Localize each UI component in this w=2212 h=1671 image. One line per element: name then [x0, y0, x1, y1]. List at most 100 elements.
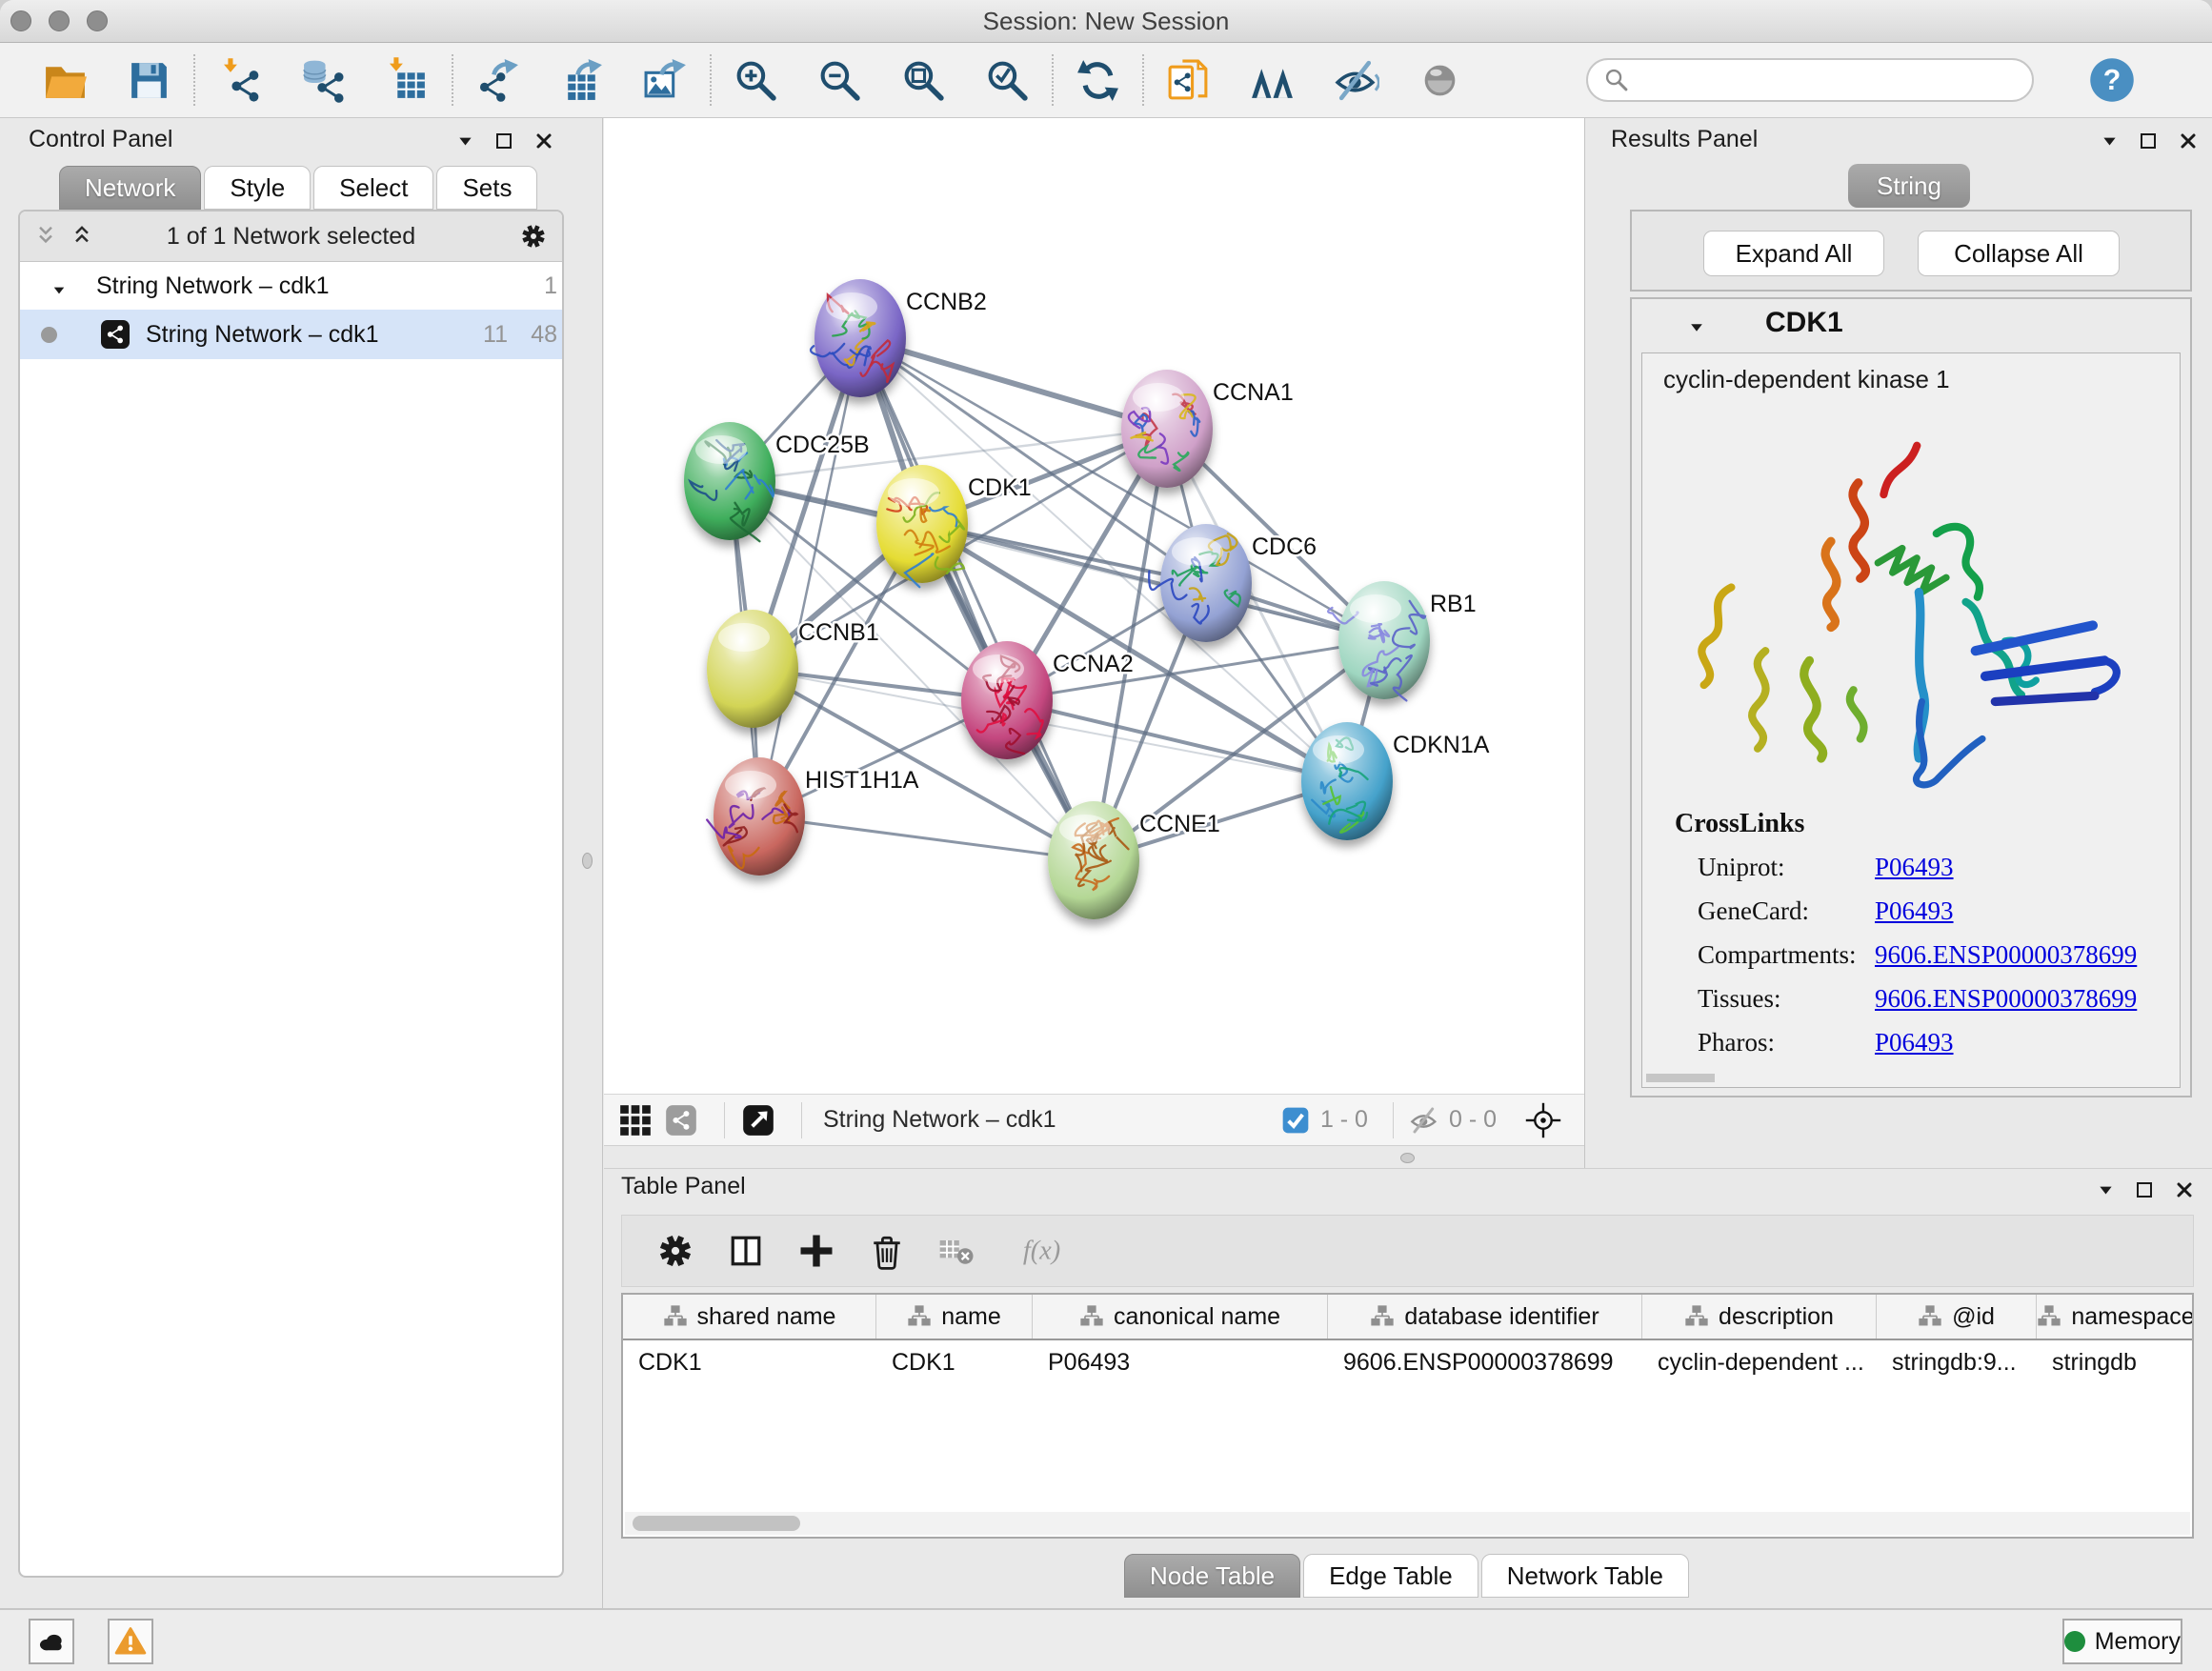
clone-network-button[interactable] — [1165, 57, 1212, 104]
crosslink-link[interactable]: P06493 — [1875, 845, 1954, 889]
network-badge-icon[interactable] — [663, 1102, 699, 1138]
export-network-button[interactable] — [474, 57, 521, 104]
collapse-all-networks-icon[interactable] — [33, 224, 58, 249]
import-table-button[interactable] — [384, 57, 431, 104]
first-neighbors-button[interactable] — [1249, 57, 1296, 104]
network-node-ccna2[interactable] — [961, 641, 1053, 759]
crosslink-link[interactable]: P06493 — [1875, 889, 1954, 933]
toolbar-divider — [801, 1102, 802, 1138]
zoom-out-button[interactable] — [816, 57, 863, 104]
node-label: HIST1H1A — [805, 767, 919, 794]
maximize-panel-icon[interactable] — [493, 130, 515, 152]
apply-layout-button[interactable] — [1075, 57, 1121, 104]
node-label: CDKN1A — [1393, 732, 1490, 758]
crosslink-link[interactable]: 9606.ENSP00000378699 — [1875, 933, 2137, 976]
network-node-hist1h1a[interactable] — [707, 757, 805, 876]
tab-network[interactable]: Network — [59, 166, 201, 210]
tab-string[interactable]: String — [1848, 164, 1970, 208]
crosslink-link[interactable]: P06493 — [1875, 1020, 1954, 1064]
import-network-file-button[interactable] — [216, 57, 263, 104]
float-panel-icon[interactable] — [2096, 1180, 2116, 1200]
table-panel-title: Table Panel — [621, 1173, 746, 1200]
network-node-cdc25b[interactable] — [684, 422, 775, 541]
crosslink-link[interactable]: 9606.ENSP00000378699 — [1875, 976, 2137, 1020]
maximize-panel-icon[interactable] — [2133, 1178, 2156, 1201]
save-session-button[interactable] — [126, 57, 172, 104]
float-panel-icon[interactable] — [455, 131, 475, 151]
toolbar-separator — [193, 54, 195, 106]
birdseye-view-icon[interactable] — [1525, 1102, 1561, 1138]
open-session-button[interactable] — [42, 57, 89, 104]
export-image-button[interactable] — [642, 57, 689, 104]
tab-node-table[interactable]: Node Table — [1124, 1554, 1300, 1598]
column-header-canonical-name[interactable]: canonical name — [1033, 1295, 1328, 1339]
tab-style[interactable]: Style — [204, 166, 311, 210]
delete-column-icon[interactable] — [866, 1230, 908, 1272]
cloud-button[interactable] — [29, 1619, 74, 1664]
memory-button[interactable]: Memory — [2062, 1619, 2182, 1664]
tab-edge-table[interactable]: Edge Table — [1303, 1554, 1478, 1598]
section-expander-icon[interactable] — [1687, 318, 1706, 337]
close-panel-icon[interactable] — [533, 130, 555, 152]
crosslink-label: Pharos: — [1698, 1020, 1775, 1064]
detach-view-icon[interactable] — [740, 1102, 776, 1138]
column-header-name[interactable]: name — [876, 1295, 1033, 1339]
warnings-button[interactable] — [108, 1619, 153, 1664]
column-header-description[interactable]: description — [1642, 1295, 1877, 1339]
help-button[interactable]: ? — [2087, 55, 2137, 105]
network-list-options-icon[interactable] — [518, 221, 549, 252]
close-window-button[interactable] — [10, 10, 31, 31]
horizontal-splitter[interactable] — [604, 1147, 1584, 1168]
tab-network-table[interactable]: Network Table — [1481, 1554, 1689, 1598]
expand-all-button[interactable]: Expand All — [1703, 231, 1884, 276]
float-panel-icon[interactable] — [2100, 131, 2120, 151]
network-canvas[interactable]: CCNB2CCNA1CDC25BCDK1CDC6RB1CCNB1CCNA2CDK… — [604, 118, 1584, 1094]
show-all-button[interactable] — [1417, 57, 1463, 104]
export-table-button[interactable] — [558, 57, 605, 104]
left-splitter-handle[interactable] — [582, 853, 593, 869]
network-node-ccnb1[interactable] — [707, 610, 798, 728]
svg-text:f(x): f(x) — [1023, 1236, 1060, 1265]
scrollbar-thumb[interactable] — [633, 1516, 800, 1531]
import-network-database-button[interactable] — [300, 57, 347, 104]
collection-expander-icon[interactable] — [50, 278, 68, 295]
add-column-icon[interactable] — [795, 1230, 837, 1272]
table-hscrollbar[interactable] — [625, 1512, 2190, 1535]
zoom-fit-button[interactable] — [900, 57, 947, 104]
maximize-panel-icon[interactable] — [2137, 130, 2160, 152]
table-row[interactable]: CDK1CDK1P064939606.ENSP00000378699cyclin… — [623, 1340, 2192, 1384]
column-header--id[interactable]: @id — [1877, 1295, 2037, 1339]
close-panel-icon[interactable] — [2173, 1178, 2196, 1201]
column-header-shared-name[interactable]: shared name — [623, 1295, 876, 1339]
network-collection-row[interactable]: String Network – cdk1 1 — [20, 262, 562, 310]
expand-all-networks-icon[interactable] — [70, 224, 94, 249]
network-node-cdc6[interactable] — [1149, 524, 1252, 642]
network-node-cdkn1a[interactable] — [1301, 722, 1393, 840]
zoom-selected-button[interactable] — [984, 57, 1031, 104]
tab-select[interactable]: Select — [313, 166, 433, 210]
main-toolbar: ? — [0, 43, 2212, 118]
zoom-window-button[interactable] — [87, 10, 108, 31]
hide-selected-button[interactable] — [1333, 57, 1379, 104]
network-node-ccnb2[interactable] — [811, 279, 906, 397]
network-node-ccne1[interactable] — [1048, 801, 1139, 919]
minimize-window-button[interactable] — [49, 10, 70, 31]
selected-checkbox-icon[interactable] — [1280, 1105, 1311, 1136]
show-columns-icon[interactable] — [725, 1230, 767, 1272]
results-panel-title: Results Panel — [1611, 126, 1758, 153]
table-options-icon[interactable] — [654, 1230, 696, 1272]
close-panel-icon[interactable] — [2177, 130, 2200, 152]
search-field[interactable] — [1586, 58, 2034, 102]
hidden-eye-icon[interactable] — [1409, 1105, 1439, 1136]
network-node-ccna1[interactable] — [1121, 370, 1213, 488]
search-input[interactable] — [1639, 66, 2017, 94]
column-header-namespace[interactable]: namespace — [2037, 1295, 2194, 1339]
grid-view-icon[interactable] — [617, 1102, 654, 1138]
zoom-in-button[interactable] — [733, 57, 779, 104]
node-table[interactable]: shared namenamecanonical namedatabase id… — [621, 1293, 2194, 1539]
column-header-database-identifier[interactable]: database identifier — [1328, 1295, 1642, 1339]
window-title: Session: New Session — [0, 0, 2212, 42]
network-row-selected[interactable]: String Network – cdk1 11 48 — [20, 310, 562, 359]
tab-sets[interactable]: Sets — [436, 166, 537, 210]
collapse-all-button[interactable]: Collapse All — [1918, 231, 2120, 276]
